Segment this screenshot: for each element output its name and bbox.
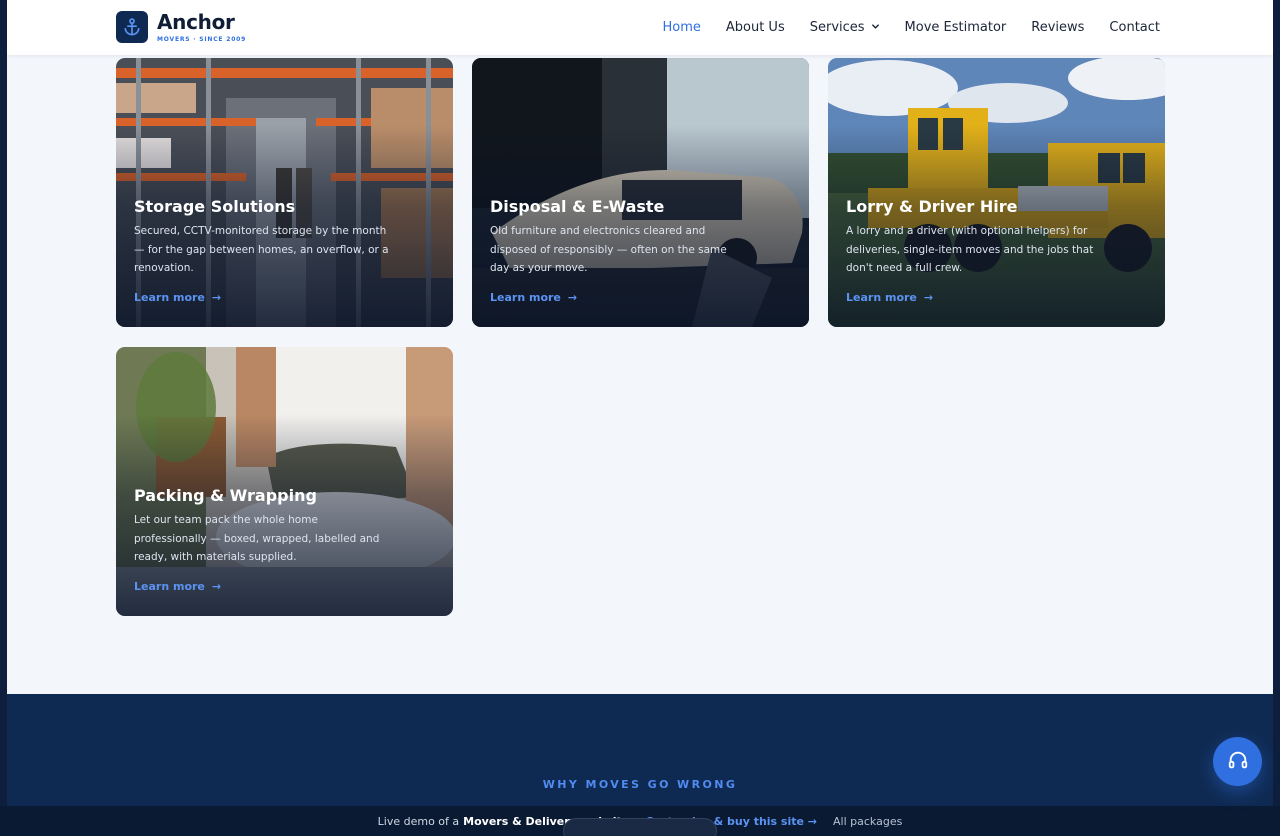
learn-more-link[interactable]: Learn more → [134,291,221,304]
all-packages-link[interactable]: All packages [833,815,902,828]
main-nav: Home About Us Services Move Estimator Re… [637,0,1160,55]
chevron-down-icon [871,20,880,35]
arrow-right-icon: → [923,291,934,304]
service-card-storage[interactable]: Storage Solutions Secured, CCTV-monitore… [116,58,453,327]
floating-toolbar[interactable] [563,818,717,836]
nav-home[interactable]: Home [662,20,700,35]
service-card-disposal[interactable]: Disposal & E-Waste Old furniture and ele… [472,58,809,327]
learn-more-label: Learn more [846,291,917,304]
learn-more-label: Learn more [134,580,205,593]
demo-prefix: Live demo of a [377,814,460,828]
arrow-right-icon: → [211,580,222,593]
card-title: Lorry & Driver Hire [846,197,1018,216]
headset-icon [1227,749,1249,775]
learn-more-link[interactable]: Learn more → [490,291,577,304]
learn-more-link[interactable]: Learn more → [134,580,221,593]
card-title: Disposal & E-Waste [490,197,665,216]
brand-name: Anchor [157,9,235,34]
card-description: Secured, CCTV-monitored storage by the m… [134,225,389,274]
support-button[interactable] [1213,737,1262,786]
card-title: Packing & Wrapping [134,486,317,505]
nav-reviews[interactable]: Reviews [1031,20,1084,35]
arrow-right-icon: → [567,291,578,304]
learn-more-label: Learn more [490,291,561,304]
card-description: Old furniture and electronics cleared an… [490,225,727,274]
arrow-right-icon: → [211,291,222,304]
nav-contact[interactable]: Contact [1109,20,1160,35]
nav-move-estimator[interactable]: Move Estimator [905,20,1007,35]
service-card-lorry[interactable]: Lorry & Driver Hire A lorry and a driver… [828,58,1165,327]
learn-more-link[interactable]: Learn more → [846,291,933,304]
service-card-packing[interactable]: Packing & Wrapping Let our team pack the… [116,347,453,616]
card-description: Let our team pack the whole home profess… [134,514,380,563]
logo[interactable]: Anchor MOVERS · SINCE 2009 [116,11,246,43]
card-title: Storage Solutions [134,197,296,216]
nav-services-label: Services [809,20,865,35]
nav-services[interactable]: Services [810,20,880,35]
brand-tagline: MOVERS · SINCE 2009 [157,35,247,43]
section-eyebrow: WHY MOVES GO WRONG [542,778,738,791]
card-description: A lorry and a driver (with optional help… [846,225,1094,274]
page: Anchor MOVERS · SINCE 2009 Home About Us… [7,0,1273,836]
site-header: Anchor MOVERS · SINCE 2009 Home About Us… [7,0,1273,55]
nav-about-us[interactable]: About Us [726,20,785,35]
learn-more-label: Learn more [134,291,205,304]
anchor-icon [116,11,148,43]
